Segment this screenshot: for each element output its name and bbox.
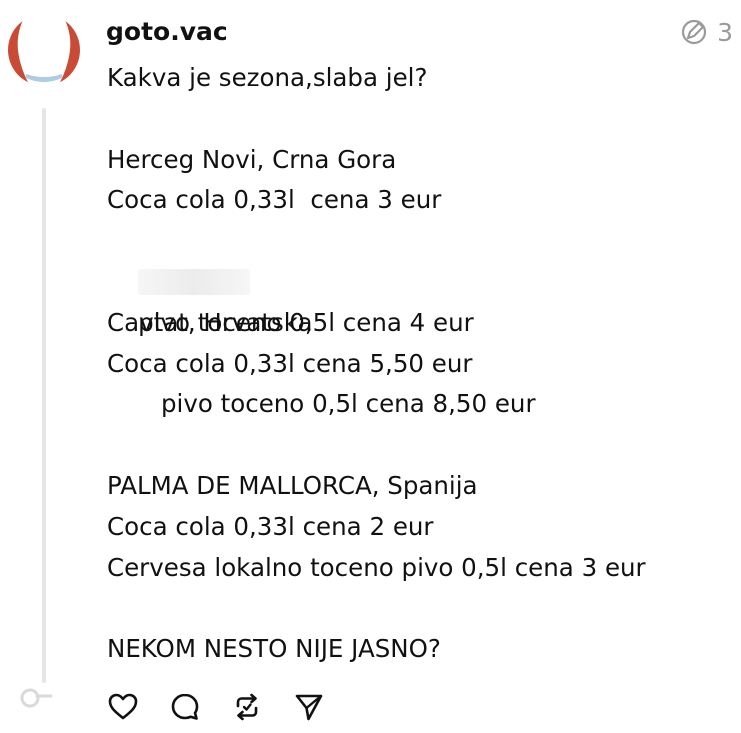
post-body: Kakva je sezona,slaba jel? Herceg Novi, … bbox=[107, 58, 727, 670]
comment-button[interactable] bbox=[168, 690, 202, 724]
post-line-4: Coca cola 0,33l cena 3 eur bbox=[107, 185, 442, 215]
avatar[interactable] bbox=[8, 14, 80, 86]
edit-reply-count-icon[interactable] bbox=[679, 17, 709, 47]
repost-button[interactable] bbox=[230, 690, 264, 724]
thread-end-icon bbox=[19, 685, 53, 719]
post-line-14 bbox=[107, 588, 727, 629]
comment-icon bbox=[171, 693, 199, 720]
post-line-8: Coca cola 0,33l cena 5,50 eur bbox=[107, 348, 473, 378]
post-line-3: Herceg Novi, Crna Gora bbox=[107, 144, 397, 174]
post-meta[interactable]: 3 bbox=[679, 17, 733, 47]
repost-icon bbox=[236, 693, 258, 721]
heart-icon bbox=[108, 693, 138, 720]
avatar-image bbox=[8, 14, 80, 86]
reply-count: 3 bbox=[717, 17, 733, 47]
post-line-10 bbox=[107, 425, 727, 466]
post-line-12: Coca cola 0,33l cena 2 eur bbox=[107, 511, 434, 541]
post-line-11: PALMA DE MALLORCA, Spanija bbox=[107, 470, 478, 500]
username[interactable]: goto.vac bbox=[106, 17, 228, 46]
post-line-13: Cervesa lokalno toceno pivo 0,5l cena 3 … bbox=[107, 552, 646, 582]
post-line-15: NEKOM NESTO NIJE JASNO? bbox=[107, 634, 441, 664]
post-line-1: Kakva je sezona,slaba jel? bbox=[107, 63, 428, 92]
post-actions bbox=[106, 690, 326, 724]
post-line-5-wrapper: pivo toceno 0,5l cena 4 eur bbox=[107, 221, 727, 337]
thread-line bbox=[42, 108, 46, 683]
post-line-9: pivo toceno 0,5l cena 8,50 eur bbox=[161, 389, 536, 419]
redacted-text-block bbox=[138, 268, 251, 295]
share-button[interactable] bbox=[292, 690, 326, 724]
send-icon bbox=[295, 694, 323, 721]
post-line-2 bbox=[107, 99, 727, 140]
like-button[interactable] bbox=[106, 690, 140, 724]
